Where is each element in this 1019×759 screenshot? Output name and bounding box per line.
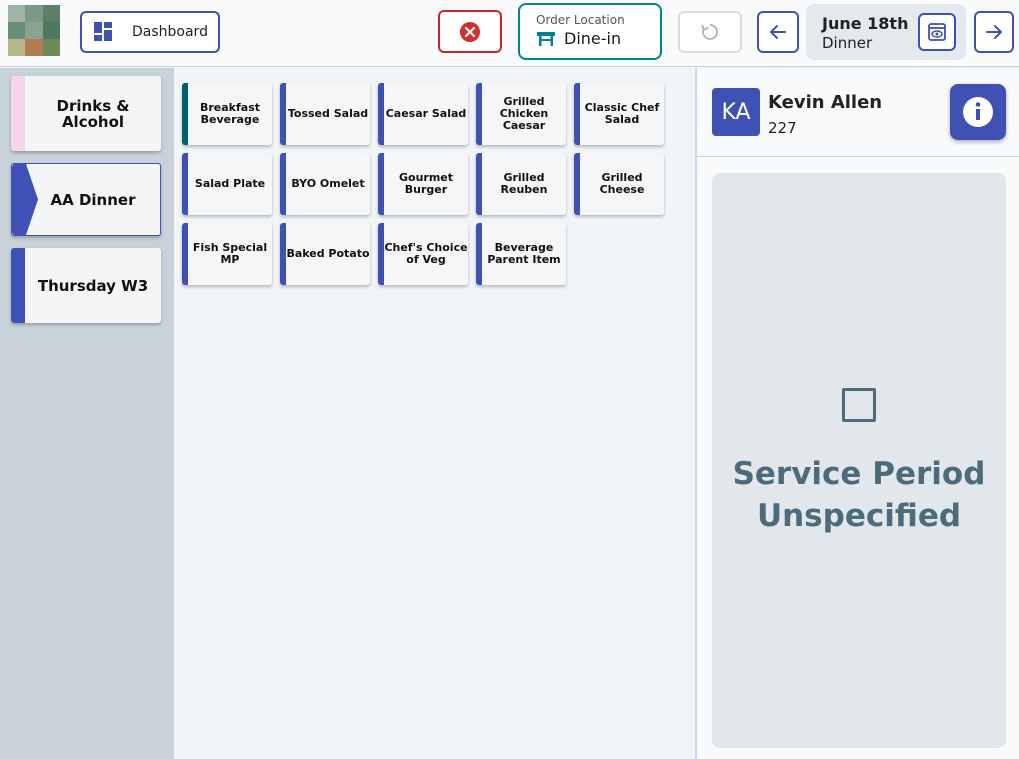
category-sidebar: Drinks & Alcohol AA Dinner Thursday W3: [0, 68, 174, 759]
category-thursday-w3[interactable]: Thursday W3: [11, 248, 161, 323]
empty-square-icon: [842, 388, 876, 422]
close-circle-icon: [460, 21, 480, 42]
logo-tile: [8, 22, 26, 39]
menu-item-grilled-cheese[interactable]: Grilled Cheese: [574, 153, 664, 215]
menu-item-breakfast-beverage[interactable]: Breakfast Beverage: [182, 83, 272, 145]
service-period-message: Service Period Unspecified: [732, 456, 986, 534]
menu-item-color-bar: [378, 153, 384, 215]
logo-tile: [8, 39, 26, 56]
menu-item-label: Tossed Salad: [287, 107, 369, 120]
menu-item-caesar-salad[interactable]: Caesar Salad: [378, 83, 468, 145]
logo-tile: [42, 22, 60, 39]
menu-item-label: Gourmet Burger: [398, 171, 454, 196]
menu-item-color-bar: [574, 153, 580, 215]
category-label: Drinks & Alcohol: [56, 96, 130, 131]
menu-item-label: Baked Potato: [286, 247, 370, 260]
category-color-bar: [12, 164, 38, 235]
category-color-bar: [11, 248, 25, 323]
dashboard-button[interactable]: Dashboard: [80, 11, 220, 53]
service-date-display: June 18th Dinner: [806, 4, 966, 60]
table-icon: [537, 31, 555, 46]
menu-item-byo-omelet[interactable]: BYO Omelet: [280, 153, 370, 215]
arrow-left-icon: [770, 25, 786, 39]
menu-item-label: BYO Omelet: [291, 177, 365, 190]
order-location-value: Dine-in: [564, 29, 622, 48]
customer-info-button[interactable]: [950, 84, 1006, 140]
customer-name: Kevin Allen: [768, 92, 883, 113]
menu-item-color-bar: [280, 223, 286, 285]
category-drinks-alcohol[interactable]: Drinks & Alcohol: [11, 76, 161, 151]
menu-item-label: Fish Special MP: [192, 241, 268, 266]
menu-item-label: Grilled Chicken Caesar: [499, 95, 549, 132]
category-aa-dinner[interactable]: AA Dinner: [11, 163, 161, 236]
menu-item-tossed-salad[interactable]: Tossed Salad: [280, 83, 370, 145]
cancel-order-button[interactable]: [438, 10, 502, 53]
menu-item-grilled-chicken-caesar[interactable]: Grilled Chicken Caesar: [476, 83, 566, 145]
refresh-button[interactable]: [678, 11, 742, 53]
service-period-panel: Service Period Unspecified: [712, 173, 1006, 748]
menu-item-label: Grilled Cheese: [599, 171, 645, 196]
category-label: Thursday W3: [37, 276, 149, 295]
menu-item-color-bar: [476, 83, 482, 145]
category-label: AA Dinner: [50, 190, 136, 209]
menu-item-color-bar: [182, 83, 188, 145]
menu-item-label: Chef's Choice of Veg: [384, 241, 468, 266]
menu-item-color-bar: [280, 83, 286, 145]
refresh-icon: [701, 24, 718, 40]
menu-item-gourmet-burger[interactable]: Gourmet Burger: [378, 153, 468, 215]
menu-item-color-bar: [182, 223, 188, 285]
menu-item-label: Salad Plate: [194, 177, 266, 190]
menu-item-chef-s-choice-of-veg[interactable]: Chef's Choice of Veg: [378, 223, 468, 285]
menu-item-color-bar: [280, 153, 286, 215]
order-location-caption: Order Location: [536, 13, 625, 27]
order-location-button[interactable]: Order Location Dine-in: [518, 3, 662, 60]
menu-items-grid: Breakfast Beverage Tossed Salad Caesar Sal…: [174, 68, 695, 759]
app-root: Dashboard Order Location Dine-in June 18…: [0, 0, 1019, 759]
service-meal: Dinner: [822, 34, 873, 52]
calendar-eye-icon: [928, 23, 946, 41]
menu-item-color-bar: [574, 83, 580, 145]
next-day-button[interactable]: [974, 11, 1014, 53]
menu-item-label: Classic Chef Salad: [584, 101, 660, 126]
menu-item-label: Beverage Parent Item: [487, 241, 561, 266]
logo-tile: [25, 5, 43, 22]
menu-item-color-bar: [182, 153, 188, 215]
menu-item-color-bar: [378, 83, 384, 145]
menu-item-salad-plate[interactable]: Salad Plate: [182, 153, 272, 215]
dashboard-label: Dashboard: [132, 24, 208, 40]
top-bar: Dashboard Order Location Dine-in June 18…: [0, 0, 1019, 67]
dashboard-grid-icon: [94, 22, 112, 41]
arrow-right-icon: [986, 25, 1002, 39]
order-panel: KA Kevin Allen 227 Service Period Unspec…: [697, 68, 1019, 759]
logo-tile: [25, 39, 43, 56]
avatar: KA: [712, 88, 760, 136]
menu-item-label: Breakfast Beverage: [199, 101, 261, 126]
logo-tile: [42, 39, 60, 56]
menu-item-grilled-reuben[interactable]: Grilled Reuben: [476, 153, 566, 215]
logo-tile: [8, 5, 26, 22]
menu-item-fish-special-mp[interactable]: Fish Special MP: [182, 223, 272, 285]
menu-item-baked-potato[interactable]: Baked Potato: [280, 223, 370, 285]
menu-item-color-bar: [476, 153, 482, 215]
menu-item-color-bar: [378, 223, 384, 285]
info-icon: [963, 97, 993, 127]
category-color-bar: [11, 76, 25, 151]
view-calendar-button[interactable]: [918, 13, 956, 51]
menu-item-label: Caesar Salad: [385, 107, 467, 120]
logo-tile: [42, 5, 60, 22]
menu-item-beverage-parent-item[interactable]: Beverage Parent Item: [476, 223, 566, 285]
customer-id: 227: [768, 119, 797, 137]
previous-day-button[interactable]: [757, 11, 799, 53]
menu-item-color-bar: [476, 223, 482, 285]
menu-item-classic-chef-salad[interactable]: Classic Chef Salad: [574, 83, 664, 145]
logo-tile: [25, 22, 43, 39]
customer-header: KA Kevin Allen 227: [697, 68, 1019, 157]
service-date: June 18th: [822, 14, 909, 33]
menu-item-label: Grilled Reuben: [500, 171, 548, 196]
logo: [8, 5, 60, 56]
